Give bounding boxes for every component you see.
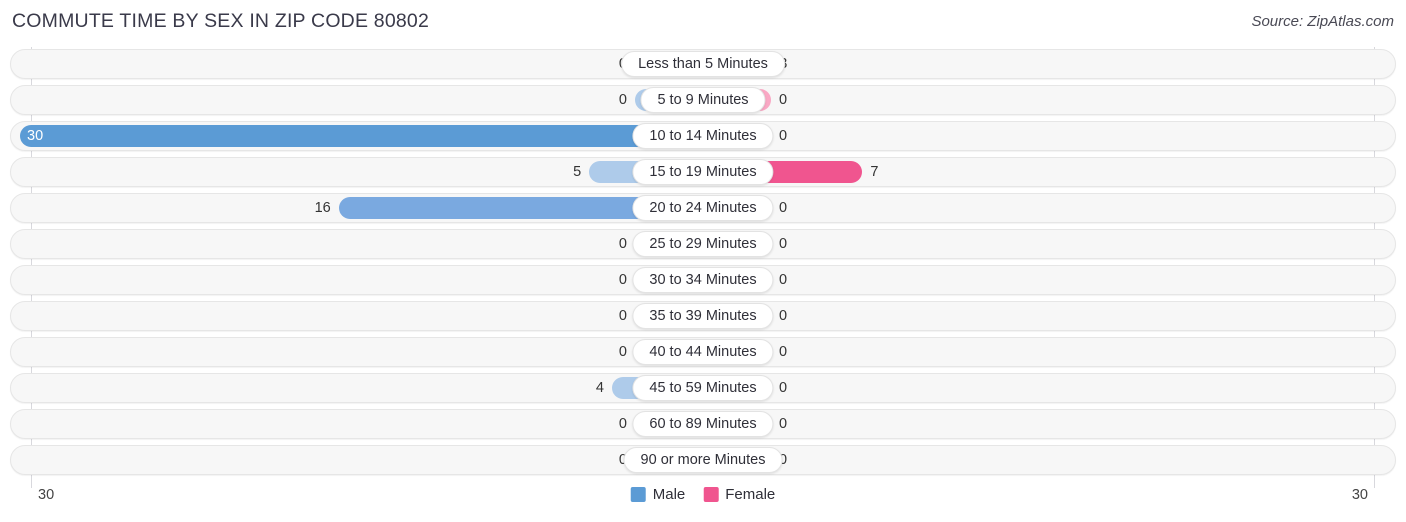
chart-footer: 30 30 Male Female <box>0 481 1406 522</box>
value-label-male: 0 <box>618 308 627 324</box>
row-content: 16 0 20 to 24 Minutes <box>11 194 1395 222</box>
category-label: 10 to 14 Minutes <box>632 123 774 149</box>
table-row: 0 0 25 to 29 Minutes <box>10 229 1396 259</box>
table-row: 4 0 45 to 59 Minutes <box>10 373 1396 403</box>
value-label-male: 0 <box>618 236 627 252</box>
table-row: 0 0 30 to 34 Minutes <box>10 265 1396 295</box>
value-label-female: 0 <box>779 452 788 468</box>
axis-label-left: 30 <box>38 487 55 503</box>
row-content: 0 090 or more Minutes <box>11 446 1395 474</box>
category-label: 20 to 24 Minutes <box>632 195 774 221</box>
row-content: 0 3Less than 5 Minutes <box>11 50 1395 78</box>
value-label-female: 0 <box>779 236 788 252</box>
category-label: 5 to 9 Minutes <box>640 87 766 113</box>
table-row: 0 0 60 to 89 Minutes <box>10 409 1396 439</box>
value-label-male: 5 <box>573 164 582 180</box>
row-content: 0 0 35 to 39 Minutes <box>11 302 1395 330</box>
legend-item-female: Female <box>703 486 775 503</box>
value-label-male: 0 <box>567 446 627 474</box>
value-label-male: 4 <box>595 380 604 396</box>
value-label-female: 0 <box>779 308 788 324</box>
value-label-male: 16 <box>314 200 331 216</box>
value-label-female: 0 <box>779 272 788 288</box>
table-row: 0 0 40 to 44 Minutes <box>10 337 1396 367</box>
bar-male <box>20 125 703 147</box>
category-label: 90 or more Minutes <box>623 447 783 473</box>
chart-root: COMMUTE TIME BY SEX IN ZIP CODE 80802 So… <box>0 0 1406 522</box>
category-label: 35 to 39 Minutes <box>632 303 774 329</box>
chart-legend: Male Female <box>630 486 775 503</box>
row-content: 0 0 60 to 89 Minutes <box>11 410 1395 438</box>
axis-label-right: 30 <box>1351 487 1368 503</box>
category-label: Less than 5 Minutes <box>621 51 785 77</box>
table-row: 16 0 20 to 24 Minutes <box>10 193 1396 223</box>
row-content: 0 0 30 to 34 Minutes <box>11 266 1395 294</box>
table-row: 0 3Less than 5 Minutes <box>10 49 1396 79</box>
category-label: 15 to 19 Minutes <box>632 159 774 185</box>
legend-item-male: Male <box>630 486 686 503</box>
table-row: 0 090 or more Minutes <box>10 445 1396 475</box>
row-content: 0 0 40 to 44 Minutes <box>11 338 1395 366</box>
value-label-female: 7 <box>870 164 879 180</box>
category-label: 30 to 34 Minutes <box>632 267 774 293</box>
legend-label-male: Male <box>652 486 686 503</box>
legend-label-female: Female <box>725 486 776 503</box>
value-label-male: 0 <box>618 92 627 108</box>
source-attribution: Source: ZipAtlas.com <box>1251 13 1394 30</box>
value-label-male: 0 <box>618 344 627 360</box>
chart-header: COMMUTE TIME BY SEX IN ZIP CODE 80802 So… <box>0 0 1406 44</box>
value-label-female: 0 <box>779 416 788 432</box>
value-label-male: 0 <box>618 272 627 288</box>
legend-swatch-male-icon <box>630 487 646 502</box>
row-content: 0 0 5 to 9 Minutes <box>11 86 1395 114</box>
category-label: 60 to 89 Minutes <box>632 411 774 437</box>
value-label-male: 0 <box>567 50 627 78</box>
value-label-female: 0 <box>779 344 788 360</box>
value-label-female: 3 <box>779 50 839 78</box>
category-label: 40 to 44 Minutes <box>632 339 774 365</box>
table-row: 5 7 15 to 19 Minutes <box>10 157 1396 187</box>
table-row: 0 0 35 to 39 Minutes <box>10 301 1396 331</box>
value-label-male: 30 <box>27 128 44 144</box>
value-label-male: 0 <box>618 416 627 432</box>
value-label-female: 0 <box>779 380 788 396</box>
category-label: 45 to 59 Minutes <box>632 375 774 401</box>
table-row: 30 0 10 to 14 Minutes <box>10 121 1396 151</box>
page-title: COMMUTE TIME BY SEX IN ZIP CODE 80802 <box>12 10 430 32</box>
category-label: 25 to 29 Minutes <box>632 231 774 257</box>
row-content: 4 0 45 to 59 Minutes <box>11 374 1395 402</box>
row-content: 0 0 25 to 29 Minutes <box>11 230 1395 258</box>
value-label-female: 0 <box>779 200 788 216</box>
value-label-female: 0 <box>779 92 788 108</box>
chart-plot-area: 03Less than 5 Minutes005 to 9 Minutes300… <box>0 47 1406 488</box>
row-content: 30 0 10 to 14 Minutes <box>11 122 1395 150</box>
table-row: 0 0 5 to 9 Minutes <box>10 85 1396 115</box>
value-label-female: 0 <box>779 128 788 144</box>
row-content: 5 7 15 to 19 Minutes <box>11 158 1395 186</box>
legend-swatch-female-icon <box>703 487 719 502</box>
